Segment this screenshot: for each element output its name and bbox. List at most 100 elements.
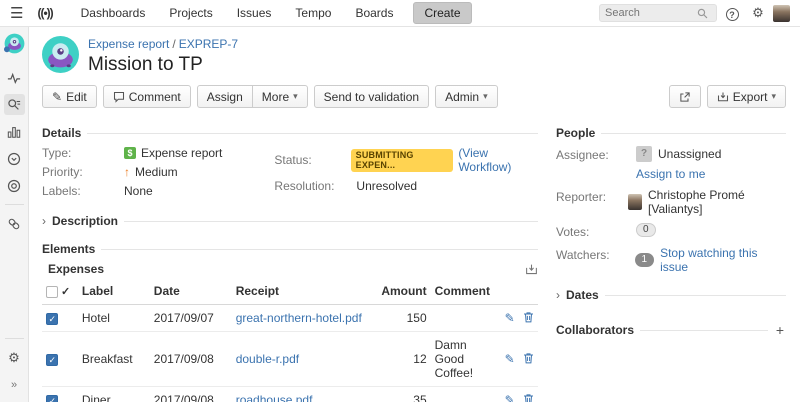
column-header-date: Date xyxy=(150,278,232,305)
user-avatar[interactable] xyxy=(773,5,790,22)
sidebar-settings-gear-icon[interactable]: ⚙ xyxy=(4,347,25,368)
collaborators-section-header: Collaborators + xyxy=(556,322,786,338)
chevron-right-icon: › xyxy=(42,214,46,228)
expenses-table-header-row: ✓ Label Date Receipt Amount Comment xyxy=(42,278,538,305)
details-fields: Type: $Expense report Priority: ↑Medium … xyxy=(42,146,538,198)
export-button[interactable]: Export▾ xyxy=(707,85,786,108)
comment-bubble-icon xyxy=(113,91,125,103)
chevron-down-icon: ▾ xyxy=(483,91,488,102)
nav-item-boards[interactable]: Boards xyxy=(345,2,403,24)
expense-date: 2017/09/07 xyxy=(150,305,232,332)
sidebar-divider xyxy=(5,204,24,205)
column-header-label: Label xyxy=(78,278,150,305)
unassigned-avatar-icon: ? xyxy=(636,146,652,162)
nav-item-issues[interactable]: Issues xyxy=(227,2,282,24)
delete-expense-trash-icon[interactable] xyxy=(523,311,534,325)
nav-item-projects[interactable]: Projects xyxy=(159,2,222,24)
expense-label: Diner xyxy=(78,387,150,402)
expense-receipt-link[interactable]: great-northern-hotel.pdf xyxy=(236,311,362,325)
sidebar-expand-icon[interactable]: » xyxy=(4,374,25,395)
edit-expense-pencil-icon[interactable]: ✎ xyxy=(505,393,515,402)
select-all-checkbox[interactable] xyxy=(46,286,58,298)
issue-side-column: People Assignee: ? Unassigned Assign to … xyxy=(552,118,786,402)
search-input[interactable] xyxy=(605,7,697,19)
breadcrumb-project-link[interactable]: Expense report xyxy=(88,37,169,51)
stop-watching-link[interactable]: Stop watching this issue xyxy=(660,246,786,274)
delete-expense-trash-icon[interactable] xyxy=(523,393,534,402)
menu-hamburger-icon[interactable]: ☰ xyxy=(10,4,23,22)
description-section-header[interactable]: › Description xyxy=(42,214,538,228)
nav-item-dashboards[interactable]: Dashboards xyxy=(71,2,156,24)
sidebar-project-avatar[interactable] xyxy=(4,33,25,54)
expense-report-type-icon: $ xyxy=(124,147,136,159)
priority-value: Medium xyxy=(135,165,178,179)
breadcrumb-issue-link[interactable]: EXPREP-7 xyxy=(179,37,238,51)
sidebar-activity-icon[interactable] xyxy=(4,67,25,88)
create-button[interactable]: Create xyxy=(413,2,471,24)
admin-button[interactable]: Admin▾ xyxy=(435,85,498,108)
project-avatar xyxy=(42,36,79,73)
settings-gear-icon[interactable]: ⚙ xyxy=(747,5,769,21)
expenses-heading: Expenses xyxy=(48,262,104,276)
sidebar-releases-clock-icon[interactable] xyxy=(4,148,25,169)
row-select-checkbox[interactable] xyxy=(46,354,58,366)
row-select-checkbox[interactable] xyxy=(46,395,58,402)
status-badge: SUBMITTING EXPEN... xyxy=(351,149,454,172)
edit-expense-pencil-icon[interactable]: ✎ xyxy=(505,352,515,366)
help-icon[interactable]: ? xyxy=(721,5,743,21)
pencil-icon: ✎ xyxy=(52,90,62,104)
column-header-receipt: Receipt xyxy=(232,278,378,305)
chevron-down-icon: ▾ xyxy=(293,91,298,102)
elements-heading: Elements xyxy=(42,242,95,256)
view-workflow-link[interactable]: (View Workflow) xyxy=(458,146,538,174)
sidebar-links-icon[interactable] xyxy=(4,213,25,234)
expense-receipt-link[interactable]: double-r.pdf xyxy=(236,352,299,366)
resolution-value: Unresolved xyxy=(356,179,417,193)
edit-expense-pencil-icon[interactable]: ✎ xyxy=(505,311,515,325)
expense-table-row: Hotel 2017/09/07 great-northern-hotel.pd… xyxy=(42,305,538,332)
watchers-badge[interactable]: 1 xyxy=(635,253,655,267)
assign-to-me-link[interactable]: Assign to me xyxy=(636,167,705,181)
project-sidebar: ⚙ » xyxy=(0,27,29,402)
share-button[interactable] xyxy=(669,85,701,108)
type-value: Expense report xyxy=(141,146,222,160)
app-logo-broadcast-icon[interactable]: ((•)) xyxy=(37,6,52,20)
sidebar-search-issues-icon[interactable] xyxy=(4,94,25,115)
row-select-checkbox[interactable] xyxy=(46,313,58,325)
type-label: Type: xyxy=(42,146,124,160)
expenses-table: ✓ Label Date Receipt Amount Comment Hote… xyxy=(42,278,538,402)
expense-comment xyxy=(431,387,494,402)
details-heading: Details xyxy=(42,126,81,140)
expense-label: Hotel xyxy=(78,305,150,332)
sidebar-reports-icon[interactable] xyxy=(4,121,25,142)
search-box[interactable] xyxy=(599,4,717,22)
assign-button[interactable]: Assign xyxy=(197,85,253,108)
people-heading: People xyxy=(556,126,595,140)
dates-section-header[interactable]: › Dates xyxy=(556,288,786,302)
priority-label: Priority: xyxy=(42,165,124,179)
nav-item-tempo[interactable]: Tempo xyxy=(285,2,341,24)
priority-up-arrow-icon: ↑ xyxy=(124,165,130,179)
reporter-label: Reporter: xyxy=(556,188,628,204)
expense-amount: 35 xyxy=(377,387,430,402)
reporter-row: Reporter: Christophe Promé [Valiantys] xyxy=(556,188,786,216)
watchers-label: Watchers: xyxy=(556,246,635,262)
sidebar-components-icon[interactable] xyxy=(4,175,25,196)
delete-expense-trash-icon[interactable] xyxy=(523,352,534,366)
add-collaborator-button[interactable]: + xyxy=(774,322,786,338)
assignee-value: Unassigned xyxy=(658,147,721,161)
votes-label: Votes: xyxy=(556,223,636,239)
edit-button[interactable]: ✎Edit xyxy=(42,85,97,108)
export-download-icon xyxy=(717,91,729,103)
assign-more-group: Assign More▾ xyxy=(197,85,308,108)
sidebar-bottom-divider xyxy=(5,338,24,339)
more-button[interactable]: More▾ xyxy=(252,85,308,108)
expenses-header: Expenses xyxy=(48,262,538,276)
expenses-export-icon[interactable] xyxy=(525,263,538,276)
votes-badge[interactable]: 0 xyxy=(636,223,656,237)
labels-value: None xyxy=(124,184,153,198)
issue-header: Expense report/EXPREP-7 Mission to TP xyxy=(42,36,786,76)
expense-receipt-link[interactable]: roadhouse.pdf xyxy=(236,393,313,402)
send-to-validation-button[interactable]: Send to validation xyxy=(314,85,429,108)
comment-button[interactable]: Comment xyxy=(103,85,191,108)
